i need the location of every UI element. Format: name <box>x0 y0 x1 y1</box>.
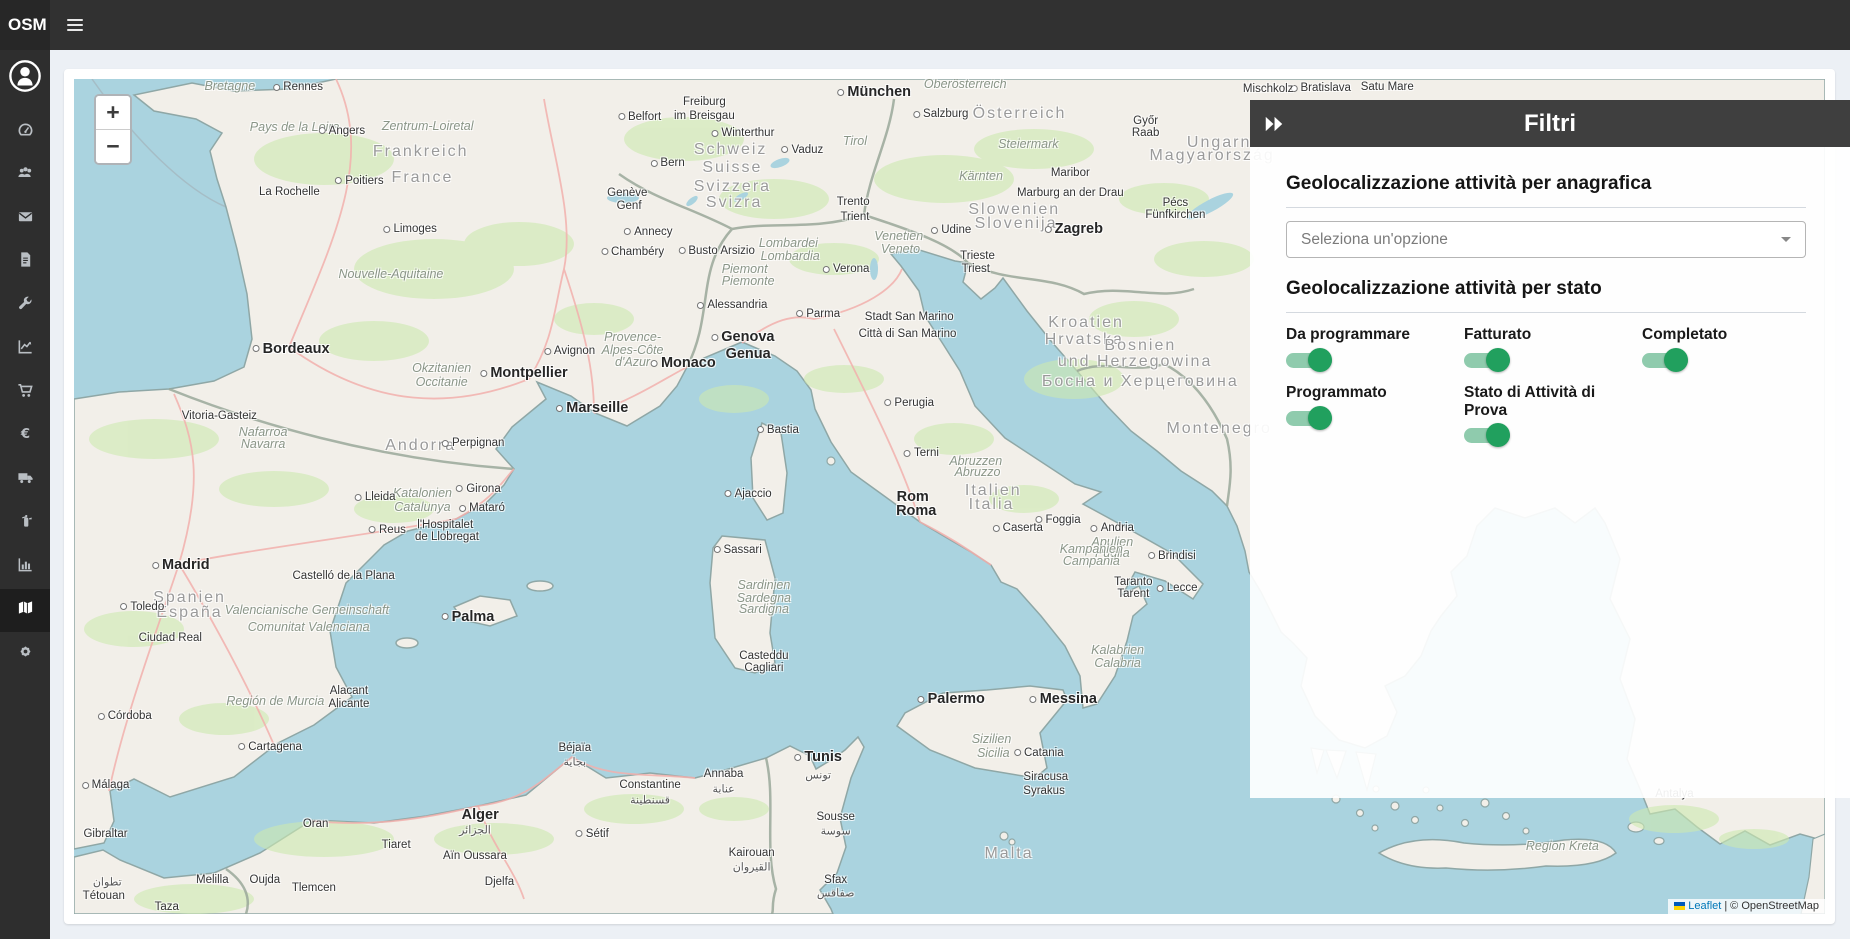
toggle-label: Fatturato <box>1464 326 1628 344</box>
user-circle-icon <box>8 59 42 93</box>
filters-panel-header: Filtri <box>1250 100 1850 147</box>
toggle-item: Stato di Attività di Prova <box>1464 384 1628 444</box>
extinguisher-icon <box>17 512 34 534</box>
section-heading-stato: Geolocalizzazione attività per stato <box>1286 278 1806 313</box>
dashboard-icon <box>17 121 34 143</box>
map-icon <box>17 599 34 621</box>
toggle-label: Completato <box>1642 326 1806 344</box>
toggle-switch[interactable] <box>1464 353 1510 368</box>
toggle-label: Programmato <box>1286 384 1450 402</box>
toggle-label: Da programmare <box>1286 326 1450 344</box>
attribution-separator: | <box>1724 900 1727 912</box>
hamburger-icon <box>67 19 83 21</box>
toggle-item: Programmato <box>1286 384 1450 444</box>
section-heading-anagrafica: Geolocalizzazione attività per anagrafic… <box>1286 173 1806 208</box>
sidebar-item-euro[interactable]: € <box>0 415 50 459</box>
chartline-icon <box>17 338 34 360</box>
svg-text:€: € <box>19 427 29 442</box>
sidebar-item-extinguisher[interactable] <box>0 502 50 546</box>
app-logo: OSM <box>0 0 50 50</box>
toggle-item: Da programmare <box>1286 326 1450 368</box>
sidebar-item-users[interactable] <box>0 154 50 198</box>
filters-panel-body: Geolocalizzazione attività per anagrafic… <box>1250 147 1850 798</box>
toggle-knob <box>1308 406 1332 430</box>
wrench-icon <box>17 295 34 317</box>
sidebar: € <box>0 50 50 939</box>
anagrafica-select[interactable]: Seleziona un'opzione <box>1286 221 1806 258</box>
panel-title: Filtri <box>1250 110 1850 138</box>
toggle-switch[interactable] <box>1464 428 1510 443</box>
sidebar-item-cart[interactable] <box>0 371 50 415</box>
truck-icon <box>17 469 34 491</box>
status-toggles-grid: Da programmare Fatturato Completato Program… <box>1286 326 1806 443</box>
sidebar-toggle-button[interactable] <box>53 0 97 50</box>
sidebar-item-chartbar[interactable] <box>0 545 50 589</box>
sidebar-item-wrench[interactable] <box>0 284 50 328</box>
panel-collapse-button[interactable] <box>1263 111 1289 137</box>
toggle-knob <box>1308 348 1332 372</box>
toggle-knob <box>1486 423 1510 447</box>
fast-forward-icon <box>1263 113 1285 135</box>
gear-icon <box>17 643 34 665</box>
sidebar-item-dashboard[interactable] <box>0 110 50 154</box>
zoom-out-button[interactable]: − <box>96 129 130 163</box>
sidebar-menu: € <box>0 110 50 676</box>
euro-icon: € <box>17 425 34 447</box>
sidebar-item-truck[interactable] <box>0 458 50 502</box>
toggle-switch[interactable] <box>1642 353 1688 368</box>
toggle-item: Fatturato <box>1464 326 1628 368</box>
toggle-switch[interactable] <box>1286 353 1332 368</box>
sidebar-item-mail[interactable] <box>0 197 50 241</box>
sidebar-item-gear[interactable] <box>0 632 50 676</box>
sidebar-item-map[interactable] <box>0 589 50 633</box>
filters-panel: Filtri Geolocalizzazione attività per an… <box>1250 100 1850 798</box>
map-zoom-control: + − <box>94 94 132 165</box>
zoom-in-button[interactable]: + <box>96 96 130 129</box>
toggle-label: Stato di Attività di Prova <box>1464 384 1628 420</box>
top-navbar: OSM <box>0 0 1850 50</box>
toggle-knob <box>1664 348 1688 372</box>
toggle-switch[interactable] <box>1286 411 1332 426</box>
map-attribution: Leaflet | © OpenStreetMap <box>1668 899 1825 914</box>
chartbar-icon <box>17 556 34 578</box>
leaflet-link[interactable]: Leaflet <box>1688 900 1721 912</box>
user-avatar[interactable] <box>8 59 42 93</box>
users-icon <box>17 164 34 186</box>
openstreetmap-link[interactable]: © OpenStreetMap <box>1730 900 1819 912</box>
toggle-knob <box>1486 348 1510 372</box>
toggle-item: Completato <box>1642 326 1806 368</box>
sidebar-item-file[interactable] <box>0 241 50 285</box>
ukraine-flag-icon <box>1674 902 1685 910</box>
cart-icon <box>17 382 34 404</box>
file-icon <box>17 251 34 273</box>
sidebar-item-chartline[interactable] <box>0 328 50 372</box>
mail-icon <box>17 208 34 230</box>
chevron-down-icon <box>1781 237 1791 242</box>
select-placeholder: Seleziona un'opzione <box>1301 231 1781 249</box>
